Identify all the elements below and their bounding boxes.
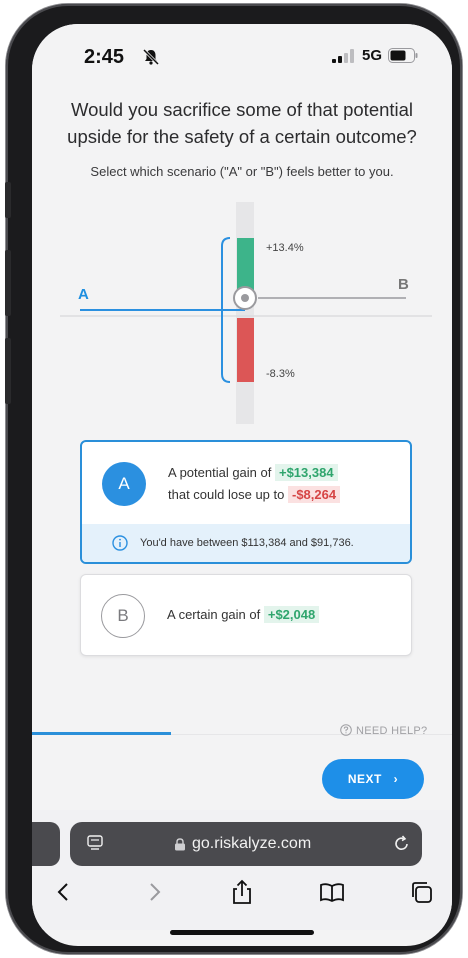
volume-down-button (5, 338, 11, 404)
address-bar[interactable]: go.riskalyze.com (70, 822, 422, 866)
ringer-switch (5, 182, 11, 218)
scenario-chart (60, 202, 432, 424)
upper-percent-label: +13.4% (266, 242, 304, 254)
chart-track (236, 202, 254, 424)
option-b-gain: +$2,048 (263, 606, 320, 623)
battery-icon (388, 48, 418, 63)
safari-address-area: go.riskalyze.com (32, 810, 452, 870)
option-a-loss: -$8,264 (287, 486, 341, 503)
need-help-label: NEED HELP? (356, 725, 428, 737)
url-text: go.riskalyze.com (192, 835, 312, 852)
volume-up-button (5, 250, 11, 316)
option-a-info: You'd have between $113,384 and $91,736. (82, 524, 410, 562)
network-type: 5G (362, 47, 383, 64)
bell-slash-icon (142, 48, 160, 66)
need-help-link[interactable]: NEED HELP? (340, 724, 427, 737)
option-a-gain: +$13,384 (274, 464, 338, 481)
option-b-text: A certain gain of +$2,048 (167, 604, 320, 626)
safari-toolbar (32, 870, 452, 930)
forward-icon[interactable] (140, 878, 168, 906)
reload-icon[interactable] (392, 834, 412, 854)
option-b-card[interactable]: B A certain gain of +$2,048 (80, 574, 412, 656)
option-b-line: A certain gain of (167, 607, 261, 622)
question-icon (340, 724, 352, 736)
option-a-line-1: A potential gain of (168, 465, 272, 480)
instruction-text: Select which scenario ("A" or "B") feels… (90, 164, 394, 179)
option-b-badge: B (101, 594, 145, 638)
next-button-label: NEXT (347, 772, 382, 786)
info-icon (112, 535, 128, 551)
chart-label-a: A (78, 286, 89, 303)
signal-icon (332, 49, 354, 63)
status-time: 2:45 (84, 46, 125, 68)
lower-percent-label: -8.3% (266, 368, 295, 380)
screen: 2:45 5G Would you sacrifice some of that… (32, 24, 452, 946)
status-bar: 2:45 5G (32, 24, 452, 88)
lock-icon (175, 838, 185, 851)
tabs-icon[interactable] (408, 878, 436, 906)
chevron-right-icon: › (393, 772, 399, 786)
page-menu-icon[interactable] (86, 834, 104, 852)
previous-tab-peek[interactable] (32, 822, 60, 866)
share-icon[interactable] (228, 878, 256, 906)
option-a-badge: A (102, 462, 146, 506)
option-a-info-text: You'd have between $113,384 and $91,736. (140, 537, 354, 549)
loss-bar (237, 318, 254, 382)
next-button[interactable]: NEXT › (322, 759, 424, 799)
chart-label-b: B (398, 276, 409, 293)
bookmarks-icon[interactable] (318, 878, 346, 906)
home-indicator[interactable] (170, 930, 314, 935)
back-icon[interactable] (50, 878, 78, 906)
option-a-line-2: that could lose up to (168, 487, 285, 502)
option-a-card[interactable]: A A potential gain of +$13,384 that coul… (80, 440, 412, 564)
phone-frame: 2:45 5G Would you sacrifice some of that… (5, 4, 462, 954)
progress-fill (32, 732, 171, 735)
option-a-text: A potential gain of +$13,384 that could … (168, 462, 341, 506)
page-title: Would you sacrifice some of that potenti… (67, 99, 417, 147)
